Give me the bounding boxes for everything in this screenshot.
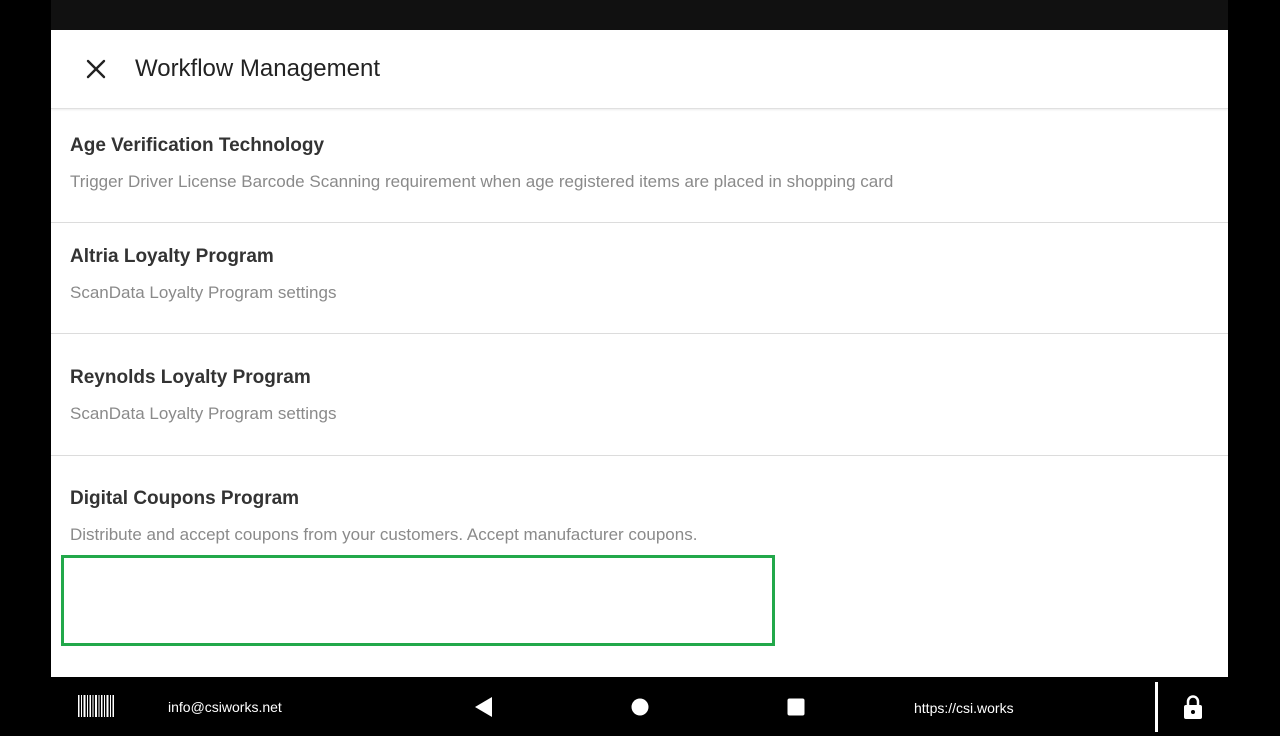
status-bar [51, 0, 1228, 30]
settings-item-altria-loyalty[interactable]: Altria Loyalty Program ScanData Loyalty … [51, 223, 1228, 334]
close-button[interactable] [77, 50, 115, 88]
lock-icon[interactable] [1178, 691, 1208, 723]
item-description: ScanData Loyalty Program settings [70, 283, 337, 302]
item-title: Reynolds Loyalty Program [70, 367, 311, 388]
item-title: Age Verification Technology [70, 135, 325, 156]
page-title: Workflow Management [135, 55, 380, 82]
nav-divider [1155, 682, 1158, 732]
settings-item-digital-coupons[interactable]: Digital Coupons Program Distribute and a… [51, 456, 1228, 576]
settings-item-age-verification[interactable]: Age Verification Technology Trigger Driv… [51, 109, 1228, 223]
system-nav-bar: info@csiworks.net https://csi.works [0, 677, 1280, 736]
item-title: Digital Coupons Program [70, 488, 300, 509]
device-screen: Workflow Management Age Verification Tec… [0, 0, 1280, 736]
support-email[interactable]: info@csiworks.net [168, 698, 282, 716]
settings-item-reynolds-loyalty[interactable]: Reynolds Loyalty Program ScanData Loyalt… [51, 334, 1228, 456]
company-url[interactable]: https://csi.works [914, 699, 1014, 717]
item-description: Trigger Driver License Barcode Scanning … [70, 172, 894, 191]
workflow-management-screen: Workflow Management Age Verification Tec… [51, 30, 1228, 677]
app-header: Workflow Management [51, 30, 1228, 109]
recents-square-icon[interactable] [783, 694, 809, 720]
back-triangle-icon[interactable] [470, 694, 496, 720]
barcode-icon[interactable] [76, 693, 118, 719]
home-circle-icon[interactable] [627, 694, 653, 720]
item-description: Distribute and accept coupons from your … [70, 525, 698, 544]
item-description: ScanData Loyalty Program settings [70, 404, 337, 423]
close-icon [86, 59, 106, 79]
item-title: Altria Loyalty Program [70, 246, 274, 267]
